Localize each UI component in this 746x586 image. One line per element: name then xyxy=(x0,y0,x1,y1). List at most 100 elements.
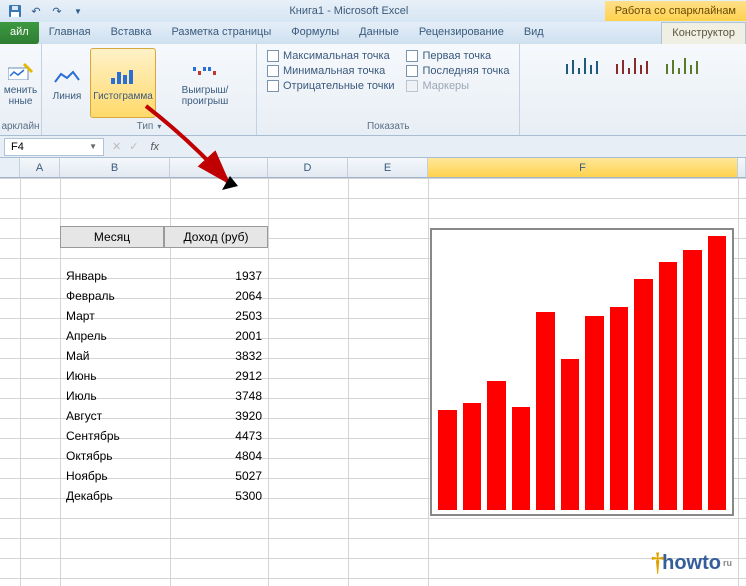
cell-month[interactable]: Декабрь xyxy=(60,488,164,508)
cell-value[interactable]: 2912 xyxy=(164,368,268,388)
winlose-icon xyxy=(189,59,221,83)
name-box[interactable]: F4 ▼ xyxy=(4,138,104,156)
qat-dropdown-icon[interactable]: ▼ xyxy=(69,3,87,19)
redo-icon[interactable]: ↷ xyxy=(48,3,66,19)
col-F[interactable]: F xyxy=(428,158,738,177)
cell-value[interactable]: 4804 xyxy=(164,448,268,468)
table-row[interactable]: Июнь2912 xyxy=(60,368,268,388)
cell-month[interactable]: Март xyxy=(60,308,164,328)
check-last[interactable]: Последняя точка xyxy=(406,65,509,77)
cell-month[interactable]: Август xyxy=(60,408,164,428)
table-row[interactable]: Март2503 xyxy=(60,308,268,328)
dialog-launcher-icon[interactable]: ▾ xyxy=(157,122,161,131)
window-title: Книга1 - Microsoft Excel xyxy=(93,5,605,17)
tab-formulas[interactable]: Формулы xyxy=(281,22,349,44)
winlose-label: Выигрыш/проигрыш xyxy=(160,85,250,107)
cell-month[interactable]: Сентябрь xyxy=(60,428,164,448)
group-sparkline-label: арклайн xyxy=(1,120,39,133)
tab-data[interactable]: Данные xyxy=(349,22,409,44)
sparkline-bars xyxy=(438,236,726,510)
tab-layout[interactable]: Разметка страницы xyxy=(161,22,281,44)
cell-value[interactable]: 3748 xyxy=(164,388,268,408)
cell-value[interactable]: 4473 xyxy=(164,428,268,448)
tab-file[interactable]: айл xyxy=(0,22,39,44)
cell-value[interactable]: 3920 xyxy=(164,408,268,428)
chart-bar xyxy=(683,250,702,510)
tab-view[interactable]: Вид xyxy=(514,22,554,44)
table-row[interactable]: Ноябрь5027 xyxy=(60,468,268,488)
col-E[interactable]: E xyxy=(348,158,428,177)
check-neg[interactable]: Отрицательные точки xyxy=(267,80,394,92)
tab-review[interactable]: Рецензирование xyxy=(409,22,514,44)
worksheet[interactable]: Месяц Доход (руб) Январь1937Февраль2064М… xyxy=(0,178,746,586)
col-C[interactable]: C xyxy=(170,158,268,177)
winlose-button[interactable]: Выигрыш/проигрыш xyxy=(158,48,252,118)
cell-value[interactable]: 3832 xyxy=(164,348,268,368)
enter-icon[interactable]: ✓ xyxy=(125,140,142,153)
check-max[interactable]: Максимальная точка xyxy=(267,50,394,62)
histogram-button[interactable]: Гистограмма xyxy=(90,48,156,118)
tab-home[interactable]: Главная xyxy=(39,22,101,44)
cell-value[interactable]: 5300 xyxy=(164,488,268,508)
check-first[interactable]: Первая точка xyxy=(406,50,509,62)
namebox-dropdown-icon[interactable]: ▼ xyxy=(89,142,97,151)
group-sparkline: менить нные арклайн xyxy=(0,44,42,135)
tab-design[interactable]: Конструктор xyxy=(661,22,746,44)
spark-style-2[interactable] xyxy=(614,54,652,78)
fx-icon[interactable]: fx xyxy=(142,141,167,153)
sparkline-cell[interactable] xyxy=(430,228,734,516)
cell-month[interactable]: Апрель xyxy=(60,328,164,348)
table-header-income[interactable]: Доход (руб) xyxy=(164,226,268,248)
col-A[interactable]: A xyxy=(20,158,60,177)
cell-month[interactable]: Ноябрь xyxy=(60,468,164,488)
table-row[interactable]: Апрель2001 xyxy=(60,328,268,348)
cancel-icon[interactable]: ✕ xyxy=(108,140,125,153)
chart-bar xyxy=(561,359,580,510)
check-min[interactable]: Минимальная точка xyxy=(267,65,394,77)
spark-style-3[interactable] xyxy=(664,54,702,78)
quick-access-toolbar: ↶ ↷ ▼ xyxy=(0,3,93,19)
undo-icon[interactable]: ↶ xyxy=(27,3,45,19)
cell-month[interactable]: Январь xyxy=(60,268,164,288)
col-D[interactable]: D xyxy=(268,158,348,177)
table-row[interactable]: Февраль2064 xyxy=(60,288,268,308)
cell-month[interactable]: Февраль xyxy=(60,288,164,308)
cell-value[interactable]: 5027 xyxy=(164,468,268,488)
group-show-label: Показать xyxy=(261,120,515,133)
cell-value[interactable]: 2064 xyxy=(164,288,268,308)
edit-data-button[interactable]: менить нные xyxy=(2,48,40,118)
chart-bar xyxy=(708,236,727,510)
sparkline-style-gallery[interactable] xyxy=(554,46,712,86)
cell-month[interactable]: Июнь xyxy=(60,368,164,388)
cell-month[interactable]: Май xyxy=(60,348,164,368)
chart-bar xyxy=(634,279,653,510)
group-type-label: Тип▾ xyxy=(137,120,162,133)
table-row[interactable]: Декабрь5300 xyxy=(60,488,268,508)
cell-value[interactable]: 2503 xyxy=(164,308,268,328)
cell-month[interactable]: Июль xyxy=(60,388,164,408)
select-all-corner[interactable] xyxy=(0,158,20,177)
save-icon[interactable] xyxy=(6,3,24,19)
table-row[interactable]: Май3832 xyxy=(60,348,268,368)
table-row[interactable]: Январь1937 xyxy=(60,268,268,288)
histogram-icon xyxy=(107,65,139,89)
table-row[interactable]: Август3920 xyxy=(60,408,268,428)
table-row[interactable]: Октябрь4804 xyxy=(60,448,268,468)
cell-value[interactable]: 2001 xyxy=(164,328,268,348)
table-header-month[interactable]: Месяц xyxy=(60,226,164,248)
ribbon: менить нные арклайн Линия Гистограмма Вы… xyxy=(0,44,746,136)
spark-style-1[interactable] xyxy=(564,54,602,78)
cell-month[interactable]: Октябрь xyxy=(60,448,164,468)
formula-bar: F4 ▼ ✕ ✓ fx xyxy=(0,136,746,158)
group-show: Максимальная точка Минимальная точка Отр… xyxy=(257,44,520,135)
chart-bar xyxy=(512,407,531,510)
chart-bar xyxy=(585,316,604,510)
table-row[interactable]: Июль3748 xyxy=(60,388,268,408)
col-B[interactable]: B xyxy=(60,158,170,177)
chart-bar xyxy=(438,410,457,510)
tab-insert[interactable]: Вставка xyxy=(101,22,162,44)
table-row[interactable]: Сентябрь4473 xyxy=(60,428,268,448)
col-extra[interactable] xyxy=(738,158,746,177)
line-button[interactable]: Линия xyxy=(46,48,88,118)
cell-value[interactable]: 1937 xyxy=(164,268,268,288)
